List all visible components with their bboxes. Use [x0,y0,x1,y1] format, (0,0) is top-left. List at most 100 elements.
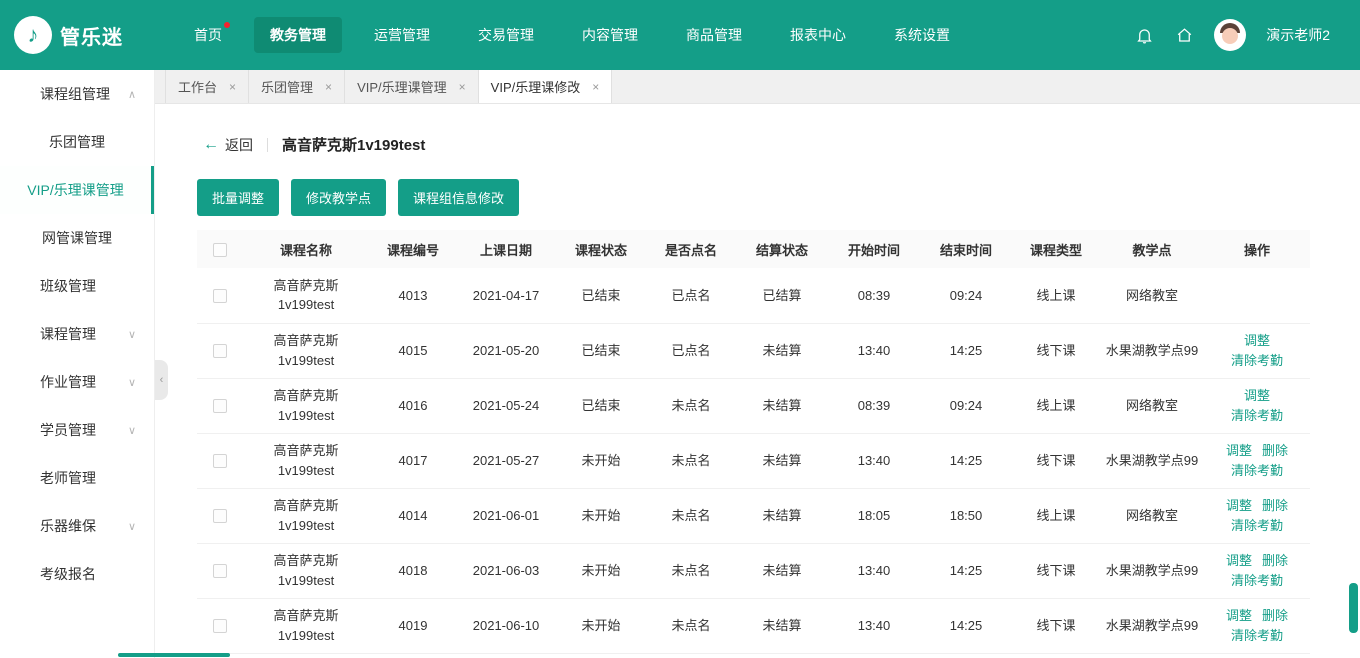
cell-actions: 调整 删除清除考勤 [1204,543,1310,599]
sidebar-item-3[interactable]: 作业管理 ∨ [0,358,154,406]
tab-bar: 工作台 × 乐团管理 × VIP/乐理课管理 × VIP/乐理课修改 × [155,70,1360,104]
sidebar-item-2[interactable]: 课程管理 ∨ [0,310,154,358]
cell-actions: 调整清除考勤 [1204,378,1310,434]
cell-start: 13:40 [828,598,920,654]
row-action-link[interactable]: 调整 [1226,553,1252,568]
row-action-link[interactable]: 清除考勤 [1231,573,1283,588]
tab-1[interactable]: 乐团管理 × [249,70,346,103]
tab-close-icon[interactable]: × [592,80,599,94]
home-icon[interactable] [1174,25,1194,45]
row-action-link[interactable]: 清除考勤 [1231,408,1283,423]
sidebar-item-7[interactable]: 考级报名 [0,550,154,598]
row-checkbox[interactable] [212,564,227,579]
table-row: 高音萨克斯1v199test 4018 2021-06-03 未开始 未点名 未结算 13:… [197,543,1310,599]
select-all-checkbox[interactable] [212,242,227,257]
divider [267,137,268,152]
row-action-link[interactable]: 调整 [1226,443,1252,458]
action-button-2[interactable]: 课程组信息修改 [398,179,520,216]
cell-start: 08:39 [828,378,920,434]
row-action-link[interactable]: 清除考勤 [1231,518,1283,533]
cell-id: 4014 [370,488,456,544]
cell-date: 2021-06-01 [456,488,556,544]
row-checkbox[interactable] [212,509,227,524]
cell-settle: 未结算 [736,488,828,544]
top-header: ♪ 管乐迷 首页 教务管理 运营管理 交易管理 内容管理 商品管理 报表中心 系统设置 演示老… [0,0,1360,70]
back-arrow-icon: ← [203,135,219,153]
cell-id: 4019 [370,598,456,654]
row-action-link[interactable]: 删除 [1262,498,1288,513]
row-action-link[interactable]: 调整 [1244,333,1270,348]
tab-close-icon[interactable]: × [459,80,466,94]
cell-id: 4015 [370,323,456,379]
row-action-link[interactable]: 删除 [1262,443,1288,458]
bell-icon[interactable] [1134,25,1154,45]
chevron-down-icon: ∨ [127,520,136,533]
row-action-link[interactable]: 调整 [1226,498,1252,513]
cell-location: 水果湖教学点99 [1100,433,1204,489]
chevron-down-icon: ∨ [127,376,136,389]
course-table-wrap: 课程名称 课程编号 上课日期 课程状态 是否点名 结算状态 开始时间 结束时间 课程类型 教学点操… [197,230,1310,654]
row-checkbox[interactable] [212,454,227,469]
action-button-0[interactable]: 批量调整 [197,179,280,216]
tab-close-icon[interactable]: × [325,80,332,94]
row-action-link[interactable]: 清除考勤 [1231,628,1283,643]
row-checkbox-cell [197,268,242,324]
table-row: 高音萨克斯1v199test 4016 2021-05-24 已结束 未点名 未结算 08:… [197,378,1310,434]
table-header-row: 课程名称 课程编号 上课日期 课程状态 是否点名 结算状态 开始时间 结束时间 课程类型 教学点操… [197,230,1310,268]
row-action-link[interactable]: 删除 [1262,553,1288,568]
nav-item-4[interactable]: 内容管理 [566,17,654,53]
nav-item-3[interactable]: 交易管理 [462,17,550,53]
cell-date: 2021-05-27 [456,433,556,489]
tab-close-icon[interactable]: × [229,80,236,94]
cell-actions: 调整 删除清除考勤 [1204,488,1310,544]
sidebar-subitem-0-0[interactable]: 乐团管理 [0,118,154,166]
cell-name: 高音萨克斯1v199test [242,323,370,379]
row-action-link[interactable]: 清除考勤 [1231,353,1283,368]
page-title: 高音萨克斯1v199test [282,137,426,154]
chevron-down-icon: ∨ [127,424,136,437]
row-action-link[interactable]: 调整 [1244,388,1270,403]
horizontal-scrollbar[interactable] [118,653,230,657]
row-action-link[interactable]: 调整 [1226,608,1252,623]
sidebar-subitem-0-2[interactable]: 网管课管理 [0,214,154,262]
nav-item-5[interactable]: 商品管理 [670,17,758,53]
nav-item-6[interactable]: 报表中心 [774,17,862,53]
nav-item-0[interactable]: 首页 [178,17,238,53]
tab-0[interactable]: 工作台 × [165,70,250,103]
column-header-9: 教学点 [1100,230,1204,268]
row-checkbox[interactable] [212,619,227,634]
sidebar-subitem-0-1[interactable]: VIP/乐理课管理 [0,166,154,214]
avatar[interactable] [1214,19,1247,51]
nav-item-1[interactable]: 教务管理 [254,17,342,53]
nav-item-7[interactable]: 系统设置 [878,17,966,53]
row-checkbox[interactable] [212,399,227,414]
row-checkbox[interactable] [212,289,227,304]
cell-settle: 已结算 [736,268,828,324]
sidebar-item-0[interactable]: 课程组管理 ∧ [0,70,154,118]
cell-name: 高音萨克斯1v199test [242,543,370,599]
sidebar-item-1[interactable]: 班级管理 [0,262,154,310]
cell-start: 13:40 [828,323,920,379]
main-content: ← 返回 高音萨克斯1v199test 批量调整 修改教学点 课程组信息修改 课程名… [155,104,1360,658]
back-button[interactable]: ← 返回 [203,135,253,155]
sidebar-item-6[interactable]: 乐器维保 ∨ [0,502,154,550]
cell-settle: 未结算 [736,598,828,654]
sidebar-collapse-handle[interactable]: ‹ [155,360,168,400]
cell-location: 网络教室 [1100,378,1204,434]
row-action-link[interactable]: 清除考勤 [1231,463,1283,478]
course-table: 课程名称 课程编号 上课日期 课程状态 是否点名 结算状态 开始时间 结束时间 课程类型 教学点操… [197,230,1310,654]
row-checkbox-cell [197,488,242,544]
sidebar-item-5[interactable]: 老师管理 [0,454,154,502]
tab-3[interactable]: VIP/乐理课修改 × [478,70,613,103]
action-button-1[interactable]: 修改教学点 [291,179,387,216]
vertical-scrollbar[interactable] [1349,583,1358,633]
nav-item-2[interactable]: 运营管理 [358,17,446,53]
sidebar-item-4[interactable]: 学员管理 ∨ [0,406,154,454]
cell-type: 线下课 [1012,323,1100,379]
row-checkbox[interactable] [212,344,227,359]
brand-logo[interactable]: ♪ 管乐迷 [0,16,160,54]
cell-id: 4017 [370,433,456,489]
tab-2[interactable]: VIP/乐理课管理 × [345,70,479,103]
row-action-link[interactable]: 删除 [1262,608,1288,623]
cell-actions: 调整清除考勤 [1204,323,1310,379]
